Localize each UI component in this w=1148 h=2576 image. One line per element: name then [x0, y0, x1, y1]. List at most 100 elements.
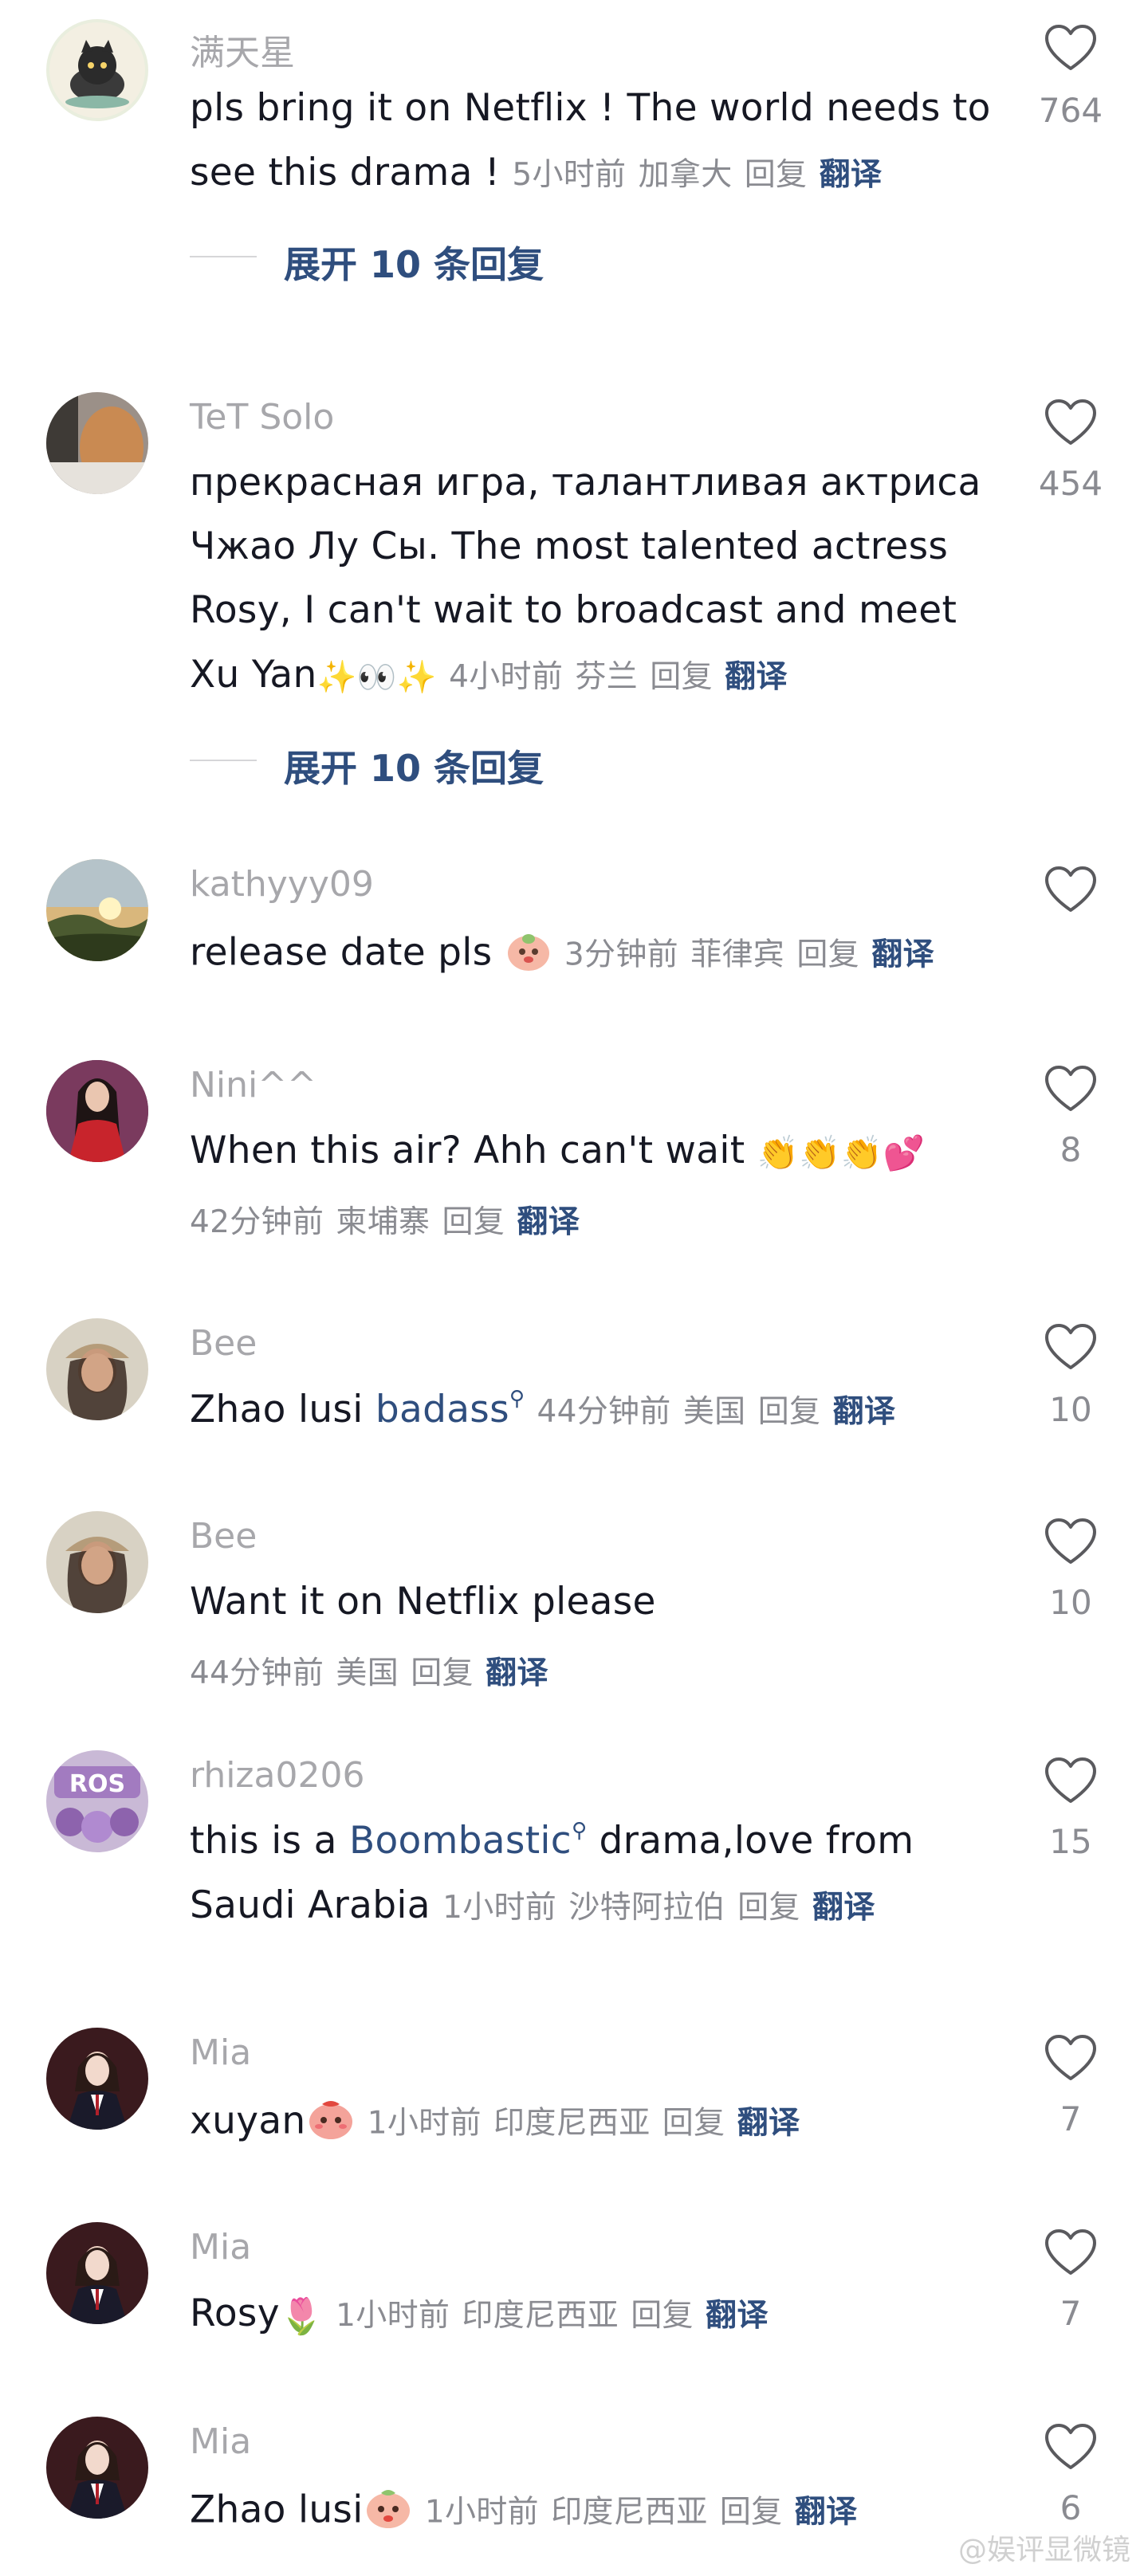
location: 加拿大 — [638, 157, 733, 193]
translate-button[interactable]: 翻译 — [725, 659, 788, 695]
location: 美国 — [682, 1394, 746, 1430]
reply-button[interactable]: 回复 — [662, 2106, 725, 2142]
peach-face-emoji — [364, 2485, 413, 2539]
translate-button[interactable]: 翻译 — [871, 937, 934, 973]
avatar[interactable] — [46, 392, 148, 494]
like-count: 454 — [1038, 464, 1103, 503]
avatar[interactable] — [46, 2417, 148, 2519]
heart-icon[interactable] — [1044, 1518, 1097, 1565]
heart-icon[interactable] — [1044, 1757, 1097, 1804]
comment-text-line: this is a Boombastic⚲ drama,love from — [190, 1819, 914, 1863]
heart-icon[interactable] — [1044, 2228, 1097, 2276]
timestamp: 3分钟前 — [564, 937, 678, 973]
translate-button[interactable]: 翻译 — [517, 1204, 580, 1240]
like-count: 10 — [1049, 1390, 1092, 1429]
translate-button[interactable]: 翻译 — [706, 2298, 769, 2334]
username[interactable]: Mia — [190, 2227, 251, 2268]
avatar[interactable] — [46, 1318, 148, 1420]
avatar[interactable] — [46, 859, 148, 961]
timestamp: 1小时前 — [424, 2494, 539, 2531]
comment-meta-line: 44分钟前 美国 回复 翻译 — [190, 1648, 548, 1693]
heart-icon[interactable] — [1044, 866, 1097, 913]
like-count: 8 — [1060, 1130, 1082, 1169]
heart-icon[interactable] — [1044, 24, 1097, 72]
reply-button[interactable]: 回复 — [720, 2495, 783, 2531]
timestamp: 44分钟前 — [190, 1655, 324, 1691]
comment-text-line: xuyan 1小时前 印度尼西亚 回复 翻译 — [190, 2096, 800, 2150]
hashtag-link[interactable]: badass — [375, 1388, 509, 1431]
location: 柬埔寨 — [336, 1204, 431, 1240]
heart-icon[interactable] — [1044, 399, 1097, 446]
timestamp: 1小时前 — [336, 2298, 450, 2334]
location: 沙特阿拉伯 — [568, 1890, 725, 1926]
avatar[interactable] — [46, 2222, 148, 2324]
like-count: 7 — [1060, 2294, 1082, 2333]
reply-button[interactable]: 回复 — [796, 937, 859, 973]
reply-button[interactable]: 回复 — [758, 1394, 821, 1430]
heart-icon[interactable] — [1044, 1323, 1097, 1371]
comment-text: Rosy — [190, 2291, 280, 2335]
username[interactable]: TeT Solo — [190, 397, 334, 438]
reply-button[interactable]: 回复 — [737, 1890, 800, 1926]
username[interactable]: Bee — [190, 1516, 257, 1557]
reply-button[interactable]: 回复 — [442, 1204, 505, 1240]
translate-button[interactable]: 翻译 — [812, 1890, 875, 1926]
comment-text: drama,love from — [599, 1819, 914, 1863]
search-icon: ⚲ — [571, 1819, 588, 1843]
username[interactable]: rhiza0206 — [190, 1755, 364, 1796]
like-count: 15 — [1049, 1822, 1092, 1861]
comment-text: Saudi Arabia — [190, 1883, 431, 1927]
svg-text:ROS: ROS — [69, 1770, 125, 1798]
avatar[interactable] — [46, 19, 148, 121]
like-count: 6 — [1060, 2488, 1082, 2527]
translate-button[interactable]: 翻译 — [737, 2106, 800, 2142]
translate-button[interactable]: 翻译 — [795, 2495, 858, 2531]
username[interactable]: Mia — [190, 2032, 251, 2073]
username[interactable]: Nini^^ — [190, 1065, 316, 1105]
username[interactable]: kathyyy09 — [190, 864, 374, 905]
blushing-peach-emoji — [306, 2096, 356, 2150]
comment-text: see this drama ! — [190, 151, 513, 194]
sparkles-eyes-emoji: ✨👀✨ — [316, 659, 437, 696]
timestamp: 1小时前 — [442, 1890, 557, 1926]
like-count: 10 — [1049, 1583, 1092, 1622]
heart-icon[interactable] — [1044, 2423, 1097, 2471]
reply-button[interactable]: 回复 — [411, 1655, 474, 1691]
avatar[interactable] — [46, 1060, 148, 1162]
comment-text-line: Want it on Netflix please — [190, 1580, 656, 1624]
translate-button[interactable]: 翻译 — [486, 1655, 548, 1691]
location: 印度尼西亚 — [493, 2105, 651, 2142]
watermark: @娱评显微镜 — [957, 2534, 1130, 2566]
reply-button[interactable]: 回复 — [745, 157, 808, 193]
reply-button[interactable]: 回复 — [631, 2298, 694, 2334]
username[interactable]: Bee — [190, 1323, 257, 1364]
hashtag-link[interactable]: Boombastic — [349, 1819, 572, 1863]
comment-text-line: прекрасная игра, талантливая актриса — [190, 461, 981, 505]
comment-text: Xu Yan — [190, 653, 317, 697]
tulip-emoji: 🌷 — [279, 2295, 324, 2337]
comment-text-line: When this air? Ahh can't wait 👏👏👏💕 — [190, 1129, 925, 1173]
avatar[interactable] — [46, 2028, 148, 2130]
like-count: 764 — [1038, 91, 1103, 130]
comment-text-line: Saudi Arabia 1小时前 沙特阿拉伯 回复 翻译 — [190, 1883, 875, 1927]
search-icon: ⚲ — [509, 1387, 525, 1411]
heart-icon[interactable] — [1044, 2034, 1097, 2082]
divider — [190, 760, 257, 761]
comment-text-line: pls bring it on Netflix ! The world need… — [190, 86, 991, 130]
username[interactable]: 满天星 — [190, 24, 295, 75]
heart-icon[interactable] — [1044, 1065, 1097, 1113]
location: 美国 — [336, 1655, 399, 1691]
reply-button[interactable]: 回复 — [650, 659, 713, 695]
translate-button[interactable]: 翻译 — [833, 1394, 896, 1430]
comment-text-line: Zhao lusi 1小时前 印度尼西亚 回复 翻译 — [190, 2485, 857, 2539]
comment-text: this is a — [190, 1819, 349, 1863]
translate-button[interactable]: 翻译 — [820, 157, 883, 193]
avatar[interactable] — [46, 1511, 148, 1613]
timestamp: 5小时前 — [512, 157, 627, 193]
avatar[interactable]: ROS — [46, 1750, 148, 1852]
username[interactable]: Mia — [190, 2421, 251, 2462]
comment-meta-line: 42分钟前 柬埔寨 回复 翻译 — [190, 1197, 580, 1242]
comment-text-line: release date pls 3分钟前 菲律宾 回复 翻译 — [190, 928, 934, 982]
timestamp: 44分钟前 — [537, 1394, 671, 1430]
comment-text-line: Rosy, I can't wait to broadcast and meet — [190, 588, 957, 632]
